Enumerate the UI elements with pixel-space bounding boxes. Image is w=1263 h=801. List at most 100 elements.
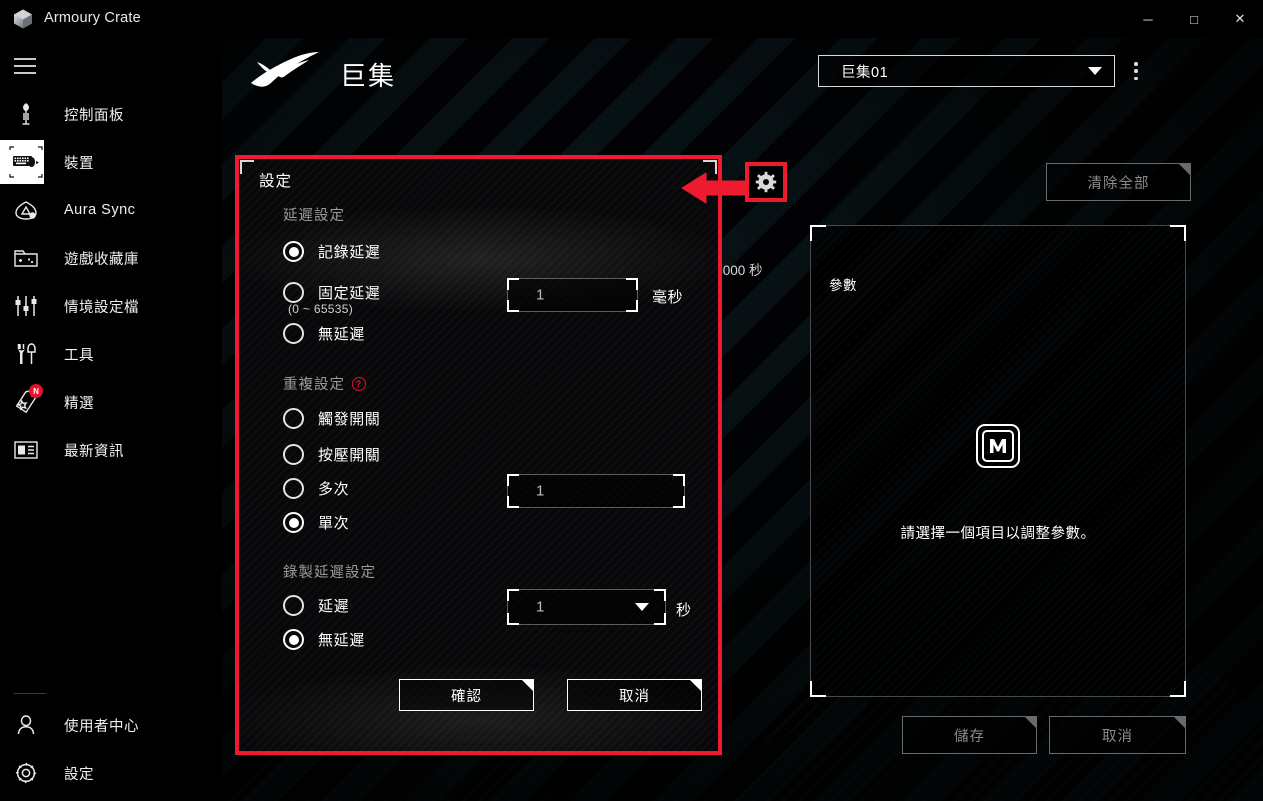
radio-button[interactable] — [283, 444, 304, 465]
field-corner-tr — [654, 589, 666, 601]
sidebar-item-user-center[interactable]: 使用者中心 — [0, 701, 222, 749]
fixed-delay-unit: 毫秒 — [652, 289, 684, 306]
sidebar-item-dashboard[interactable]: 控制面板 — [0, 90, 222, 138]
radio-label: 無延遲 — [318, 632, 365, 649]
dialog-corner-tl — [240, 160, 254, 174]
panel-corner-tr — [1170, 225, 1186, 241]
radio-record-delay[interactable]: 記錄延遲 — [283, 241, 380, 262]
dialog-confirm-button[interactable]: 確認 — [399, 679, 534, 711]
behind-seconds-text: .000 秒 — [719, 263, 763, 278]
armoury-crate-logo-icon — [12, 8, 34, 30]
sidebar: 控制面板 裝置 Aura Sync 遊戲收藏庫 情境設定檔 工具 N 精選 最新… — [0, 38, 222, 801]
hamburger-menu-icon[interactable] — [14, 58, 36, 74]
settings-dialog-highlight-box: 設定 延遲設定 記錄延遲 固定延遲 (0 ~ 65535) 無延遲 1 毫秒 重… — [235, 155, 722, 755]
sidebar-item-label: 設定 — [64, 766, 94, 783]
settings-dialog: 設定 延遲設定 記錄延遲 固定延遲 (0 ~ 65535) 無延遲 1 毫秒 重… — [239, 159, 718, 751]
new-badge: N — [29, 384, 43, 398]
help-question-icon[interactable]: ? — [352, 377, 366, 391]
maximize-button[interactable]: □ — [1171, 0, 1217, 38]
sidebar-item-featured[interactable]: N 精選 — [0, 378, 222, 426]
title-bar: Armoury Crate ─ □ ✕ — [0, 0, 1263, 38]
sidebar-item-news[interactable]: 最新資訊 — [0, 426, 222, 474]
more-vertical-icon[interactable] — [1125, 60, 1147, 82]
sidebar-item-label: 使用者中心 — [64, 718, 139, 735]
radio-record-delay-on[interactable]: 延遲 — [283, 595, 349, 616]
field-corner-tr — [626, 278, 638, 290]
clear-all-button[interactable]: 清除全部 — [1046, 163, 1191, 201]
radio-button[interactable] — [283, 629, 304, 650]
radio-button[interactable] — [283, 478, 304, 499]
sidebar-item-scenario-profile[interactable]: 情境設定檔 — [0, 282, 222, 330]
parameter-panel-title: 參數 — [829, 278, 857, 293]
radio-multiple-times[interactable]: 多次 — [283, 478, 349, 499]
radio-single-time[interactable]: 單次 — [283, 512, 349, 533]
field-corner-bl — [507, 613, 519, 625]
page-header: 巨集 巨集01 — [222, 38, 1263, 138]
close-button[interactable]: ✕ — [1217, 0, 1263, 38]
field-corner-tl — [507, 278, 519, 290]
dialog-cancel-label: 取消 — [619, 688, 650, 705]
sidebar-item-label: 精選 — [64, 395, 94, 412]
field-corner-br — [673, 496, 685, 508]
panel-cancel-button[interactable]: 取消 — [1049, 716, 1186, 754]
record-delay-section-heading: 錄製延遲設定 — [283, 565, 376, 581]
panel-corner-bl — [810, 681, 826, 697]
sidebar-item-tools[interactable]: 工具 — [0, 330, 222, 378]
radio-record-no-delay[interactable]: 無延遲 — [283, 629, 365, 650]
panel-corner-br — [1170, 681, 1186, 697]
radio-button[interactable] — [283, 241, 304, 262]
app-title: Armoury Crate — [44, 10, 141, 26]
sidebar-item-game-library[interactable]: 遊戲收藏庫 — [0, 234, 222, 282]
sidebar-item-aura-sync[interactable]: Aura Sync — [0, 186, 222, 234]
radio-button[interactable] — [283, 323, 304, 344]
fixed-delay-input[interactable]: 1 — [507, 278, 638, 312]
radio-press-switch[interactable]: 按壓開關 — [283, 444, 380, 465]
page-title: 巨集 — [340, 61, 397, 91]
sidebar-item-label: 最新資訊 — [64, 443, 124, 460]
dialog-title: 設定 — [259, 173, 293, 190]
field-corner-tl — [507, 474, 519, 486]
field-corner-bl — [507, 300, 519, 312]
chevron-down-icon — [635, 603, 649, 611]
field-corner-bl — [507, 496, 519, 508]
settings-gear-button[interactable] — [745, 162, 787, 202]
sidebar-item-label: 工具 — [64, 347, 94, 364]
radio-label: 無延遲 — [318, 326, 365, 343]
tools-wrench-screwdriver-icon — [0, 330, 52, 378]
clear-all-label: 清除全部 — [1087, 175, 1150, 192]
user-center-icon — [0, 701, 52, 749]
delay-section-heading: 延遲設定 — [283, 208, 345, 224]
radio-fixed-delay[interactable]: 固定延遲 — [283, 282, 380, 303]
field-corner-tr — [673, 474, 685, 486]
sidebar-item-device[interactable]: 裝置 — [0, 138, 222, 186]
radio-button[interactable] — [283, 408, 304, 429]
repeat-times-input[interactable]: 1 — [507, 474, 685, 508]
radio-button[interactable] — [283, 282, 304, 303]
save-label: 儲存 — [954, 728, 985, 745]
repeat-times-value: 1 — [536, 482, 545, 500]
news-icon — [0, 426, 52, 474]
radio-button[interactable] — [283, 512, 304, 533]
radio-label: 固定延遲 — [318, 285, 381, 302]
field-corner-tl — [507, 589, 519, 601]
radio-label: 記錄延遲 — [318, 244, 381, 261]
game-library-icon — [0, 234, 52, 282]
sidebar-item-settings[interactable]: 設定 — [0, 749, 222, 797]
sidebar-divider — [14, 693, 46, 694]
settings-gear-icon — [0, 749, 52, 797]
minimize-button[interactable]: ─ — [1125, 0, 1171, 38]
sidebar-item-label: 情境設定檔 — [64, 299, 139, 316]
radio-label: 單次 — [318, 515, 350, 532]
record-delay-dropdown[interactable]: 1 — [507, 589, 666, 625]
radio-no-delay[interactable]: 無延遲 — [283, 323, 365, 344]
save-button[interactable]: 儲存 — [902, 716, 1037, 754]
radio-button[interactable] — [283, 595, 304, 616]
radio-label: 延遲 — [318, 598, 350, 615]
featured-tag-icon: N — [0, 378, 52, 426]
dialog-cancel-button[interactable]: 取消 — [567, 679, 702, 711]
record-delay-value: 1 — [536, 598, 545, 616]
radio-toggle-switch[interactable]: 觸發開關 — [283, 408, 380, 429]
radio-label: 按壓開關 — [318, 447, 381, 464]
field-corner-br — [654, 613, 666, 625]
profile-selector[interactable]: 巨集01 — [818, 55, 1115, 87]
